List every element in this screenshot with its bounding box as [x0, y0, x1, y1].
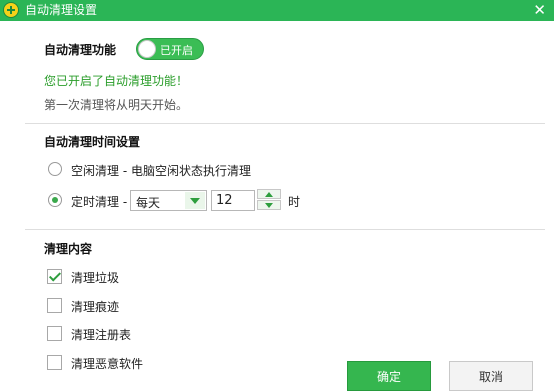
hour-increment-icon[interactable]: [257, 189, 281, 199]
schedule-heading: 自动清理时间设置: [44, 135, 141, 149]
divider: [25, 123, 545, 124]
frequency-select[interactable]: 每天: [130, 190, 207, 211]
hour-input[interactable]: [212, 191, 256, 210]
title-bar: 自动清理设置 ✕: [0, 0, 554, 21]
hour-input-box[interactable]: [211, 190, 256, 211]
ok-button[interactable]: 确定: [347, 361, 431, 391]
close-icon[interactable]: ✕: [533, 1, 546, 19]
timed-clean-label[interactable]: 定时清理 -: [71, 193, 127, 210]
clean-traces-checkbox[interactable]: [47, 298, 62, 313]
auto-clean-toggle[interactable]: 已开启: [136, 38, 204, 60]
hour-unit-label: 时: [288, 195, 301, 209]
idle-clean-radio[interactable]: [48, 162, 62, 176]
clean-malware-checkbox[interactable]: [47, 355, 62, 370]
toggle-knob: [138, 40, 156, 58]
chevron-down-icon[interactable]: [185, 192, 205, 209]
cancel-button[interactable]: 取消: [449, 361, 533, 391]
hour-decrement-icon[interactable]: [257, 200, 281, 210]
clean-junk-checkbox[interactable]: [47, 269, 62, 284]
clean-registry-label[interactable]: 清理注册表: [71, 326, 131, 343]
window-title: 自动清理设置: [25, 3, 98, 17]
content-heading: 清理内容: [44, 242, 93, 256]
idle-clean-label[interactable]: 空闲清理 - 电脑空闲状态执行清理: [71, 162, 251, 179]
frequency-value: 每天: [136, 196, 161, 210]
divider: [25, 229, 545, 230]
timed-clean-radio[interactable]: [48, 193, 62, 207]
toggle-label: 已开启: [160, 44, 193, 57]
app-logo-icon: [3, 2, 19, 18]
clean-traces-label[interactable]: 清理痕迹: [71, 298, 119, 315]
auto-clean-heading: 自动清理功能: [44, 43, 117, 57]
clean-junk-label[interactable]: 清理垃圾: [71, 269, 119, 286]
clean-registry-checkbox[interactable]: [47, 326, 62, 341]
start-note: 第一次清理将从明天开始。: [44, 98, 189, 112]
clean-malware-label[interactable]: 清理恶意软件: [71, 355, 143, 372]
status-message: 您已开启了自动清理功能！: [44, 74, 189, 88]
